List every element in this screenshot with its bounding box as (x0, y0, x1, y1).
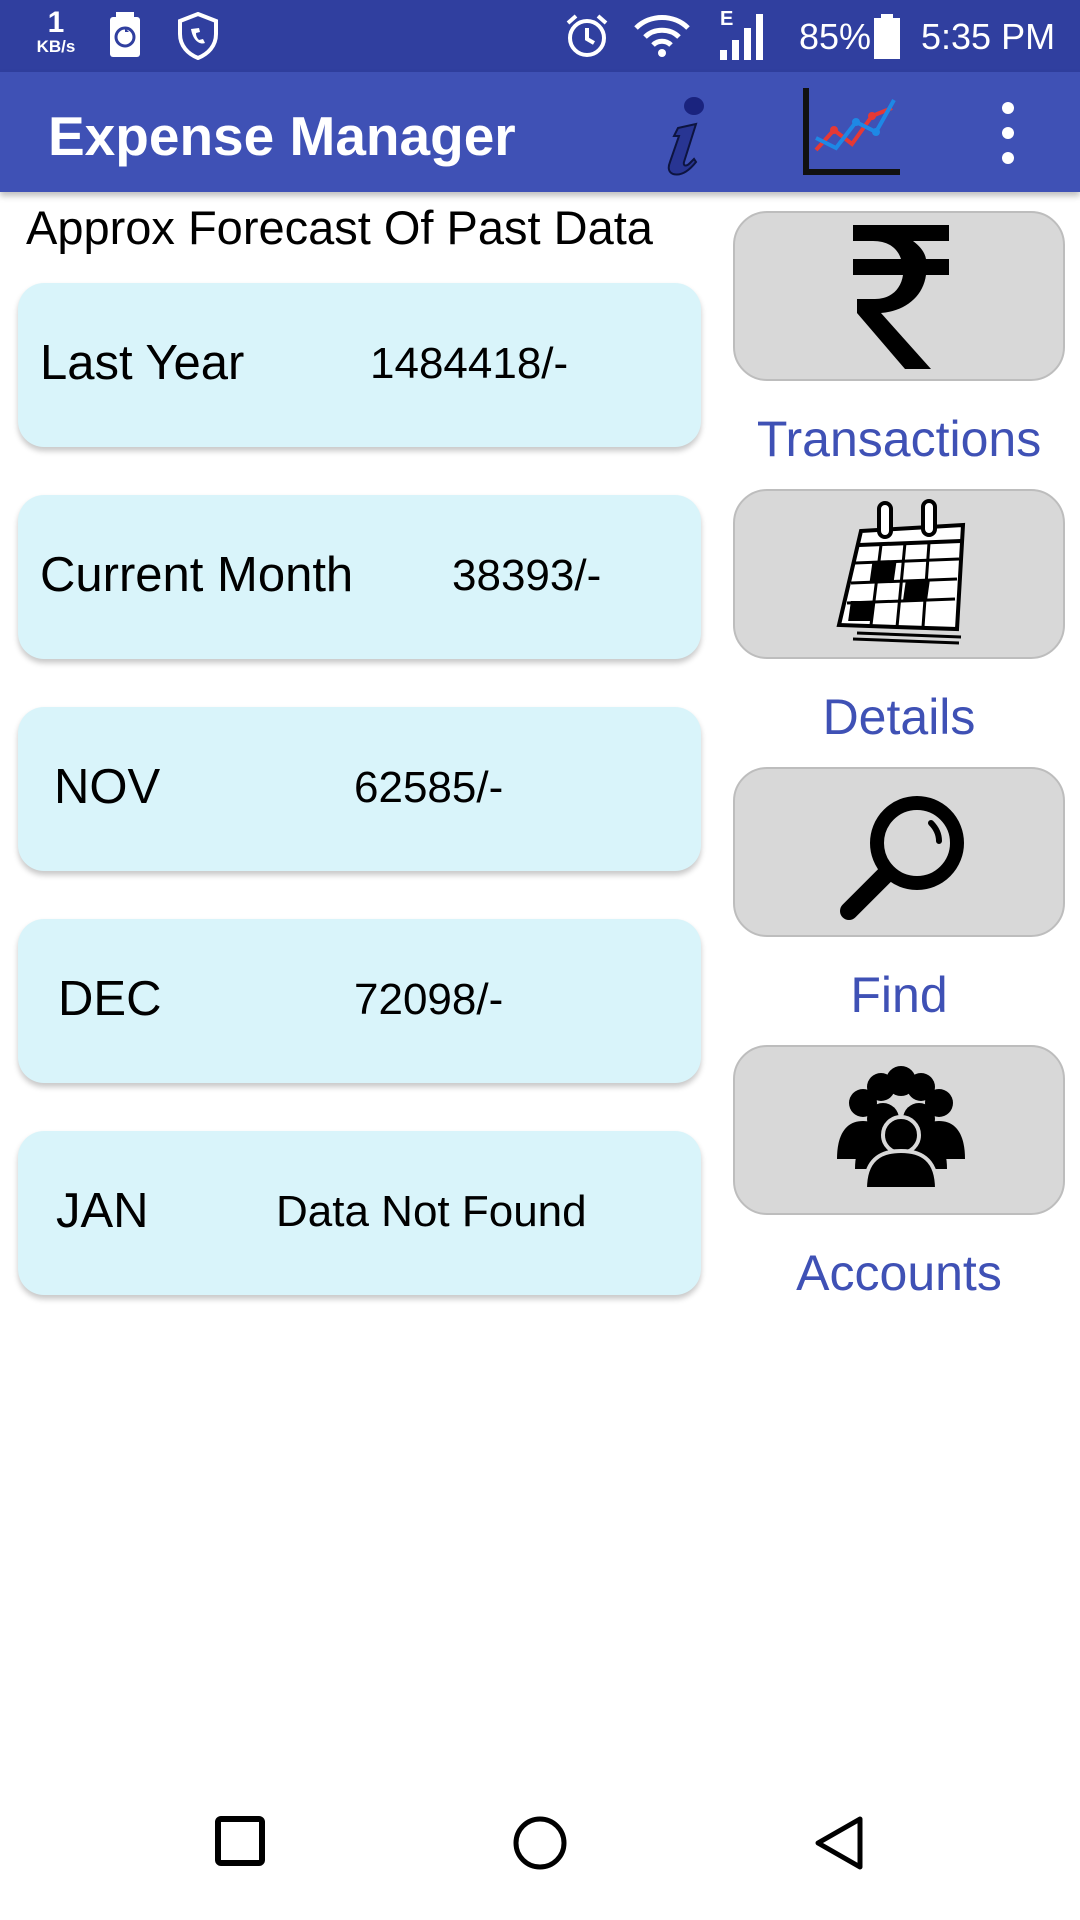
info-icon[interactable] (650, 92, 720, 183)
chart-icon[interactable] (800, 86, 904, 183)
forecast-heading: Approx Forecast Of Past Data (26, 201, 653, 254)
wifi-icon (634, 12, 690, 65)
forecast-card-current-month: Current Month 38393/- (18, 495, 701, 659)
forecast-card-jan: JAN Data Not Found (18, 1131, 701, 1295)
search-icon (840, 796, 964, 920)
forecast-card-last-year: Last Year 1484418/- (18, 283, 701, 447)
find-button[interactable] (733, 767, 1065, 937)
card-value: 62585/- (354, 763, 504, 812)
calendar-icon (836, 499, 966, 645)
card-value: 38393/- (452, 551, 602, 600)
transactions-button[interactable] (733, 211, 1065, 381)
clock: 5:35 PM (921, 16, 1056, 57)
card-label: NOV (54, 760, 161, 814)
card-value: 1484418/- (370, 339, 569, 388)
card-label: Current Month (40, 548, 354, 602)
find-label[interactable]: Find (733, 966, 1065, 1024)
transactions-label[interactable]: Transactions (733, 410, 1065, 468)
home-button[interactable] (512, 1815, 568, 1876)
alarm-icon (563, 12, 611, 65)
accounts-button[interactable] (733, 1045, 1065, 1215)
card-label: JAN (56, 1184, 149, 1238)
battery-percent: 85% (799, 16, 872, 57)
recents-button[interactable] (214, 1815, 266, 1872)
forecast-card-dec: DEC 72098/- (18, 919, 701, 1083)
accounts-label[interactable]: Accounts (733, 1244, 1065, 1302)
people-icon (837, 1066, 965, 1191)
app-title: Expense Manager (48, 105, 516, 167)
details-label[interactable]: Details (733, 688, 1065, 746)
back-button[interactable] (812, 1815, 868, 1876)
shield-icon (176, 11, 220, 65)
overflow-menu-icon[interactable] (990, 100, 1026, 171)
card-label: DEC (58, 972, 162, 1026)
battery-icon (872, 14, 902, 65)
status-bar: 1 KB/s E 85% 5:35 PM (0, 0, 1080, 72)
signal-icon (718, 12, 770, 67)
battery-saver-icon (108, 12, 142, 63)
network-speed-value: 1 (47, 6, 65, 39)
forecast-card-nov: NOV 62585/- (18, 707, 701, 871)
rupee-icon (853, 225, 949, 369)
network-speed-unit: KB/s (36, 37, 76, 56)
details-button[interactable] (733, 489, 1065, 659)
card-value: 72098/- (354, 975, 504, 1024)
card-label: Last Year (40, 336, 245, 390)
card-value: Data Not Found (276, 1187, 587, 1236)
app-bar: Expense Manager (0, 72, 1080, 192)
network-speed: 1 KB/s (26, 6, 86, 56)
